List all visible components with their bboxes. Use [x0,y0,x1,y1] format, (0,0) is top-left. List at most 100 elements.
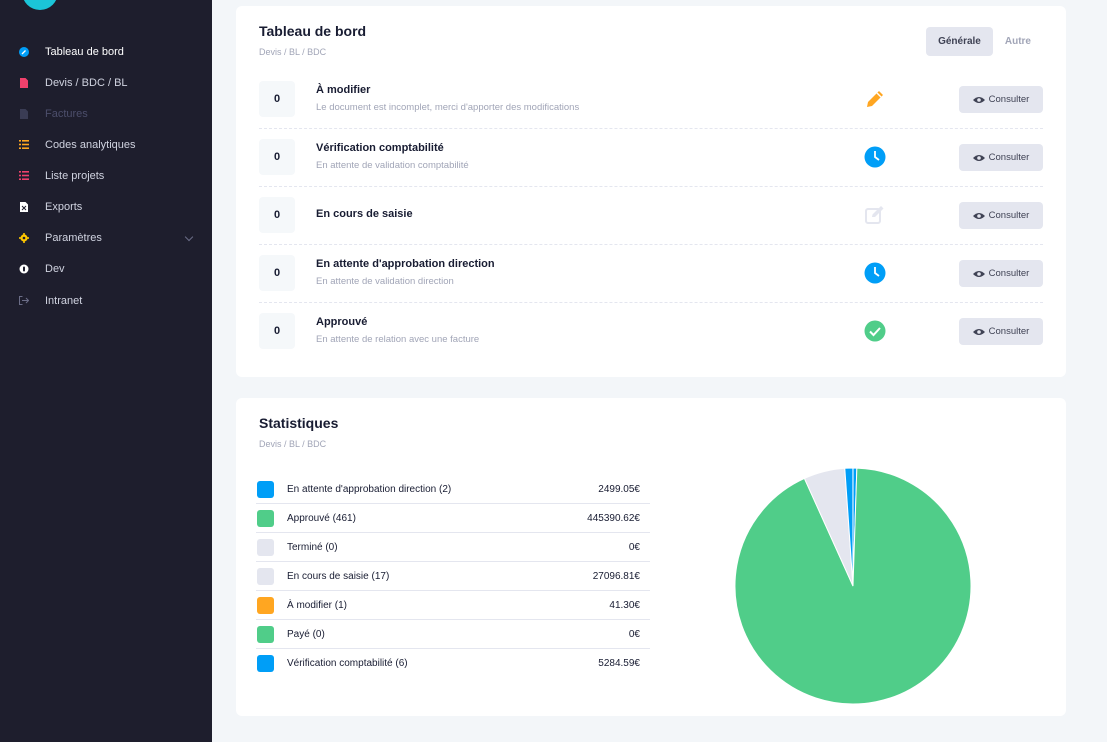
bug-icon [18,263,30,275]
eye-icon [972,154,985,161]
color-swatch [257,596,274,614]
sidebar-item-label: Liste projets [45,169,105,182]
status-row: 0 En cours de saisie Consulter [259,187,1043,245]
status-row: 0 Approuvé En attente de relation avec u… [259,303,1043,361]
legend-label: En cours de saisie (17) [287,570,390,582]
legend-value: 0€ [628,628,640,640]
logo[interactable] [22,0,58,10]
legend-row: À modifier (1) 41.30€ [256,591,650,620]
color-swatch [257,655,274,672]
sidebar-item-factures[interactable]: Factures [0,98,212,129]
pie-chart [734,467,972,705]
consult-button[interactable]: Consulter [959,260,1043,287]
legend-value: 2499.05€ [598,483,640,495]
sidebar-item-dev[interactable]: Dev [0,253,212,284]
sidebar: Tableau de bord Devis / BDC / BL Facture… [0,0,212,742]
card-subtitle: Devis / BL / BDC [259,47,327,57]
legend-value: 27096.81€ [592,570,640,582]
invoice-icon [18,108,30,120]
legend-label: Vérification comptabilité (6) [287,658,408,669]
sidebar-item-devis[interactable]: Devis / BDC / BL [0,67,212,98]
sidebar-item-codes-analytiques[interactable]: Codes analytiques [0,129,212,160]
legend-label: Approuvé (461) [287,512,356,524]
color-swatch [257,625,274,643]
list-icon [18,139,30,151]
gear-icon [18,232,30,244]
legend-value: 445390.62€ [587,512,640,524]
dashboard-card: Tableau de bord Devis / BL / BDC Général… [236,6,1066,377]
consult-button[interactable]: Consulter [959,202,1043,229]
sidebar-item-label: Devis / BDC / BL [45,76,128,89]
sidebar-item-liste-projets[interactable]: Liste projets [0,160,212,191]
sidebar-item-tableau-de-bord[interactable]: Tableau de bord [0,36,212,67]
status-title: Vérification comptabilité [316,142,444,154]
consult-button-label: Consulter [988,326,1030,337]
eye-icon [972,270,985,277]
color-swatch [257,480,274,498]
legend-value: 5284.59€ [598,658,640,669]
color-swatch [257,538,274,556]
count-badge: 0 [259,139,295,175]
eye-icon [972,328,985,335]
legend-label: À modifier (1) [287,599,348,611]
count-badge: 0 [259,255,295,291]
excel-icon [18,201,30,213]
legend-label: Terminé (0) [287,541,338,553]
document-icon [18,77,30,89]
chevron-down-icon[interactable] [184,232,194,242]
color-swatch [257,567,274,585]
edit-icon [864,204,886,226]
legend-row: Terminé (0) 0€ [256,533,650,562]
consult-button[interactable]: Consulter [959,86,1043,113]
list-icon [18,170,30,182]
legend-value: 0€ [628,541,640,553]
status-title: Approuvé [316,316,368,328]
legend-row: En attente d'approbation direction (2) 2… [256,475,650,504]
sidebar-item-label: Intranet [45,294,83,307]
card-title: Statistiques [259,415,339,431]
sidebar-item-label: Codes analytiques [45,138,136,151]
sidebar-item-label: Dev [45,262,65,275]
tab-generale[interactable]: Générale [926,27,993,56]
status-description: Le document est incomplet, merci d'appor… [316,102,580,113]
tab-bar: Générale Autre [926,27,1043,56]
legend-value: 41.30€ [609,599,640,611]
legend-label: En attente d'approbation direction (2) [287,483,452,495]
status-row: 0 En attente d'approbation direction En … [259,245,1043,303]
legend-label: Payé (0) [287,628,325,640]
consult-button[interactable]: Consulter [959,318,1043,345]
count-badge: 0 [259,197,295,233]
sidebar-item-intranet[interactable]: Intranet [0,285,212,316]
consult-button[interactable]: Consulter [959,144,1043,171]
eye-icon [972,96,985,103]
legend-row: Vérification comptabilité (6) 5284.59€ [256,649,650,678]
sidebar-item-parametres[interactable]: Paramètres [0,222,212,253]
status-description: En attente de validation direction [316,276,454,287]
consult-button-label: Consulter [988,152,1030,163]
status-description: En attente de relation avec une facture [316,334,480,345]
sign-out-icon [18,295,30,307]
sidebar-item-label: Exports [45,200,83,213]
status-row: 0 À modifier Le document est incomplet, … [259,71,1043,129]
status-title: En attente d'approbation direction [316,258,495,270]
check-circle-icon [864,320,886,342]
consult-button-label: Consulter [988,210,1030,221]
count-badge: 0 [259,81,295,117]
statistics-card: Statistiques Devis / BL / BDC En attente… [236,398,1066,716]
card-title: Tableau de bord [259,23,367,39]
status-title: À modifier [316,84,371,96]
legend-row: Payé (0) 0€ [256,620,650,649]
dashboard-icon [18,46,30,58]
eye-icon [972,212,985,219]
sidebar-item-label: Paramètres [45,231,102,244]
status-description: En attente de validation comptabilité [316,160,469,171]
clock-icon [864,262,886,284]
status-row: 0 Vérification comptabilité En attente d… [259,129,1043,187]
status-title: En cours de saisie [316,208,413,220]
consult-button-label: Consulter [988,268,1030,279]
card-subtitle: Devis / BL / BDC [259,439,327,449]
tab-autre[interactable]: Autre [993,27,1043,56]
color-swatch [257,509,274,527]
sidebar-item-exports[interactable]: Exports [0,191,212,222]
sidebar-item-label: Factures [45,107,88,120]
